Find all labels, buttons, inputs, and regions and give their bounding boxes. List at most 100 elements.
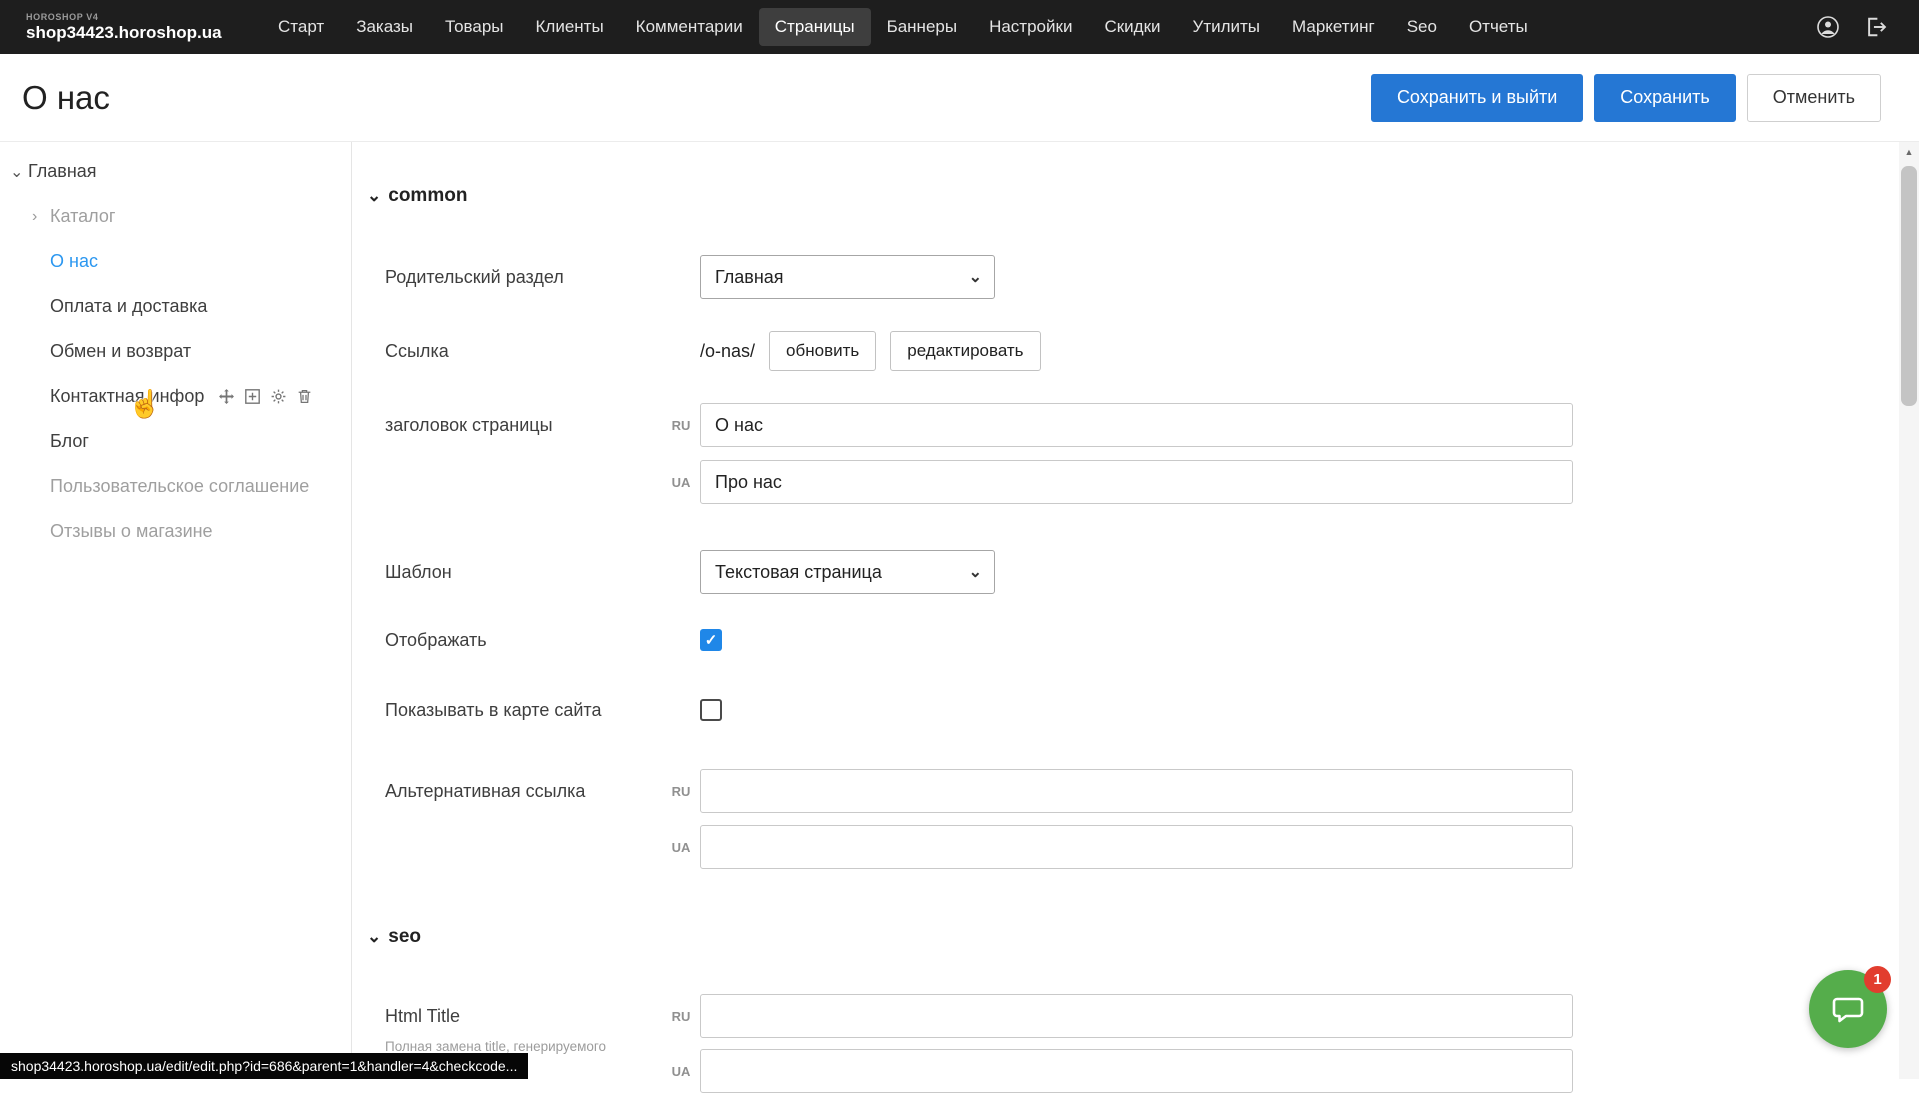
nav-item-bannery[interactable]: Баннеры <box>871 8 974 46</box>
lang-tag-ua: UA <box>662 840 700 855</box>
sidebar-item-label: О нас <box>50 251 98 272</box>
status-url-bar: shop34423.horoshop.ua/edit/edit.php?id=6… <box>0 1053 528 1079</box>
html-title-ru-input[interactable] <box>700 994 1573 1038</box>
html-title-ua-row: UA <box>385 1049 1573 1093</box>
nav-item-seo[interactable]: Seo <box>1391 8 1453 46</box>
pages-tree: ⌄ Главная › Каталог О нас Оплата и доста… <box>0 142 352 1079</box>
section-title: seo <box>388 926 421 948</box>
chat-widget-button[interactable]: 1 <box>1809 970 1887 1048</box>
lang-tag-ru: RU <box>662 784 700 799</box>
sidebar-item-o-nas[interactable]: О нас <box>0 239 351 284</box>
link-label: Ссылка <box>385 341 700 362</box>
template-label: Шаблон <box>385 562 700 583</box>
cancel-button[interactable]: Отменить <box>1747 74 1881 122</box>
alt-link-ua-input[interactable] <box>700 825 1573 869</box>
parent-section-select[interactable]: Главная ⌄ <box>700 255 995 299</box>
sidebar-item-label: Блог <box>50 431 89 452</box>
nav-item-skidki[interactable]: Скидки <box>1088 8 1176 46</box>
sidebar-item-polzovatelskoe-soglashenie[interactable]: Пользовательское соглашение <box>0 464 351 509</box>
page-title-ua-input[interactable] <box>700 460 1573 504</box>
check-icon: ✓ <box>705 631 718 649</box>
sidebar-item-obmen-i-vozvrat[interactable]: Обмен и возврат <box>0 329 351 374</box>
nav-item-otchety[interactable]: Отчеты <box>1453 8 1544 46</box>
settings-gear-icon[interactable] <box>270 388 287 405</box>
nav-item-marketing[interactable]: Маркетинг <box>1276 8 1391 46</box>
sidebar-item-kontaktnaya-infor[interactable]: Контактная инфор <box>0 374 351 419</box>
sidebar-item-label: Оплата и доставка <box>50 296 207 317</box>
chevron-right-icon[interactable]: › <box>32 208 50 226</box>
mouse-cursor: ☝ <box>128 388 162 420</box>
page-edit-form: ⌄ common Родительский раздел Главная ⌄ С… <box>352 142 1919 1079</box>
link-update-button[interactable]: обновить <box>769 331 876 371</box>
display-checkbox[interactable]: ✓ <box>700 629 722 651</box>
lang-tag-ua: UA <box>662 475 700 490</box>
sitemap-label: Показывать в карте сайта <box>385 700 700 721</box>
chevron-down-icon: ⌄ <box>969 562 982 582</box>
main-nav: Старт Заказы Товары Клиенты Комментарии … <box>262 0 1544 54</box>
nav-item-klienty[interactable]: Клиенты <box>520 8 620 46</box>
sidebar-item-otzyvy-o-magazine[interactable]: Отзывы о магазине <box>0 509 351 554</box>
topbar: HOROSHOP V4 shop34423.horoshop.ua Старт … <box>0 0 1919 54</box>
add-icon[interactable] <box>244 388 261 405</box>
display-row: Отображать ✓ <box>385 629 722 651</box>
nav-item-start[interactable]: Старт <box>262 8 340 46</box>
sidebar-item-label: Главная <box>28 161 97 182</box>
section-title: common <box>388 185 467 207</box>
save-and-exit-button[interactable]: Сохранить и выйти <box>1371 74 1583 122</box>
link-edit-button[interactable]: редактировать <box>890 331 1040 371</box>
nav-item-zakazy[interactable]: Заказы <box>340 8 429 46</box>
chat-notification-badge: 1 <box>1864 966 1891 993</box>
link-row: Ссылка /o-nas/ обновить редактировать <box>385 331 1055 371</box>
parent-section-label: Родительский раздел <box>385 267 700 288</box>
tree-item-actions <box>218 388 313 405</box>
page-header: О нас Сохранить и выйти Сохранить Отмени… <box>0 54 1919 142</box>
nav-item-nastrojki[interactable]: Настройки <box>973 8 1088 46</box>
brand[interactable]: HOROSHOP V4 shop34423.horoshop.ua <box>0 12 252 43</box>
sidebar-item-oplata-i-dostavka[interactable]: Оплата и доставка <box>0 284 351 329</box>
sidebar-item-label: Пользовательское соглашение <box>50 476 309 497</box>
account-icon[interactable] <box>1815 14 1841 40</box>
sidebar-item-label: Отзывы о магазине <box>50 521 213 542</box>
sidebar-item-katalog[interactable]: › Каталог <box>0 194 351 239</box>
template-select[interactable]: Текстовая страница ⌄ <box>700 550 995 594</box>
sidebar-item-glavnaya[interactable]: ⌄ Главная <box>0 149 351 194</box>
topbar-right <box>1815 14 1919 40</box>
nav-item-utility[interactable]: Утилиты <box>1177 8 1277 46</box>
section-seo[interactable]: ⌄ seo <box>367 926 421 948</box>
delete-trash-icon[interactable] <box>296 388 313 405</box>
selected-value: Текстовая страница <box>715 562 882 583</box>
nav-item-stranicy[interactable]: Страницы <box>759 8 871 46</box>
section-common[interactable]: ⌄ common <box>367 185 467 207</box>
logout-icon[interactable] <box>1863 14 1889 40</box>
move-icon[interactable] <box>218 388 235 405</box>
alt-link-ua-row: UA <box>385 825 1573 869</box>
html-title-label: Html Title <box>385 1006 662 1027</box>
page-title-ru-input[interactable] <box>700 403 1573 447</box>
page-title: О нас <box>22 79 110 117</box>
chevron-down-icon: ⌄ <box>367 927 381 947</box>
scrollbar-thumb[interactable] <box>1901 166 1917 406</box>
html-title-ru-row: Html Title RU <box>385 994 1573 1038</box>
html-title-ua-input[interactable] <box>700 1049 1573 1093</box>
alt-link-ru-input[interactable] <box>700 769 1573 813</box>
sitemap-checkbox[interactable] <box>700 699 722 721</box>
chevron-down-icon: ⌄ <box>969 267 982 287</box>
lang-tag-ru: RU <box>662 418 700 433</box>
vertical-scrollbar[interactable]: ▲ <box>1899 142 1919 1079</box>
lang-tag-ru: RU <box>662 1009 700 1024</box>
link-path: /o-nas/ <box>700 341 755 362</box>
page-title-ua-row: UA <box>385 460 1573 504</box>
chevron-down-icon[interactable]: ⌄ <box>10 162 28 182</box>
header-buttons: Сохранить и выйти Сохранить Отменить <box>1371 74 1881 122</box>
content: ⌄ Главная › Каталог О нас Оплата и доста… <box>0 142 1919 1079</box>
save-button[interactable]: Сохранить <box>1594 74 1735 122</box>
selected-value: Главная <box>715 267 784 288</box>
scroll-up-icon[interactable]: ▲ <box>1899 142 1919 162</box>
nav-item-tovary[interactable]: Товары <box>429 8 519 46</box>
nav-item-kommentarii[interactable]: Комментарии <box>620 8 759 46</box>
parent-section-row: Родительский раздел Главная ⌄ <box>385 255 995 299</box>
sitemap-row: Показывать в карте сайта <box>385 699 722 721</box>
sidebar-item-blog[interactable]: Блог <box>0 419 351 464</box>
display-label: Отображать <box>385 630 700 651</box>
brand-domain: shop34423.horoshop.ua <box>26 23 252 43</box>
